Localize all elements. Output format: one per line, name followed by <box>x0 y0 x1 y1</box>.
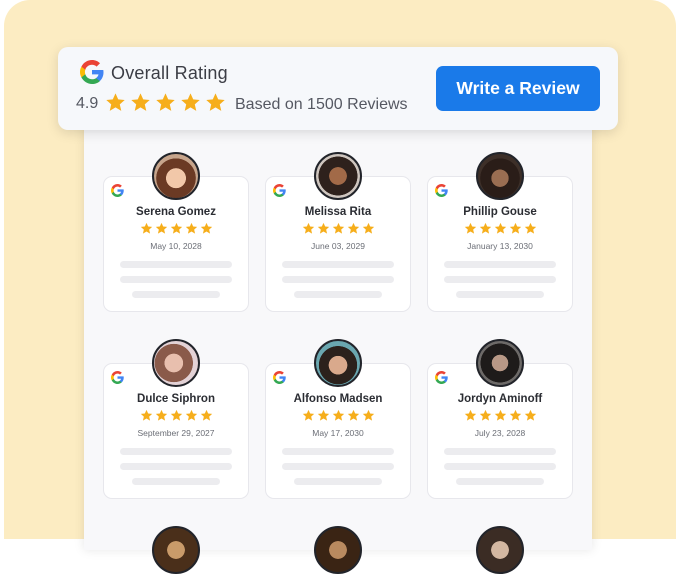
write-review-button[interactable]: Write a Review <box>436 66 600 111</box>
text-placeholder <box>282 448 394 455</box>
star-icon <box>155 222 167 234</box>
star-icon <box>200 409 212 421</box>
star-icon <box>494 409 506 421</box>
avatar <box>152 339 200 387</box>
reviewer-name: Phillip Gouse <box>463 206 537 218</box>
text-placeholder <box>132 291 220 298</box>
star-icon <box>106 93 125 111</box>
google-icon <box>111 371 124 384</box>
text-placeholder <box>282 463 394 470</box>
star-icon <box>140 222 152 234</box>
rating-score: 4.9 <box>76 95 99 112</box>
star-icon <box>185 222 197 234</box>
text-placeholder <box>444 261 556 268</box>
google-icon <box>273 371 286 384</box>
avatar <box>314 152 362 200</box>
review-stars <box>428 222 572 235</box>
star-icon <box>156 93 175 111</box>
review-stars <box>266 222 410 235</box>
avatar <box>314 339 362 387</box>
google-icon <box>273 184 286 197</box>
review-date: July 23, 2028 <box>474 428 526 438</box>
star-icon <box>494 222 506 234</box>
star-icon <box>170 409 182 421</box>
reviewer-name: Jordyn Aminoff <box>457 393 543 405</box>
star-icon <box>362 222 374 234</box>
star-icon <box>464 409 476 421</box>
star-icon <box>206 93 225 111</box>
star-icon <box>317 222 329 234</box>
star-icon <box>347 409 359 421</box>
review-stars <box>104 409 248 422</box>
review-stars <box>104 222 248 235</box>
overall-rating-title: Overall Rating <box>111 63 228 83</box>
text-placeholder <box>132 478 220 485</box>
review-date: May 10, 2028 <box>150 241 202 251</box>
avatar <box>314 526 362 574</box>
star-icon <box>140 409 152 421</box>
review-date: January 13, 2030 <box>467 241 533 251</box>
text-placeholder <box>282 261 394 268</box>
text-placeholder <box>120 276 232 283</box>
text-placeholder <box>444 276 556 283</box>
review-date: September 29, 2027 <box>137 428 215 438</box>
text-placeholder <box>120 448 232 455</box>
star-icon <box>524 222 536 234</box>
reviewer-name: Melissa Rita <box>304 206 372 218</box>
reviewer-name: Serena Gomez <box>136 206 216 218</box>
star-icon <box>131 93 150 111</box>
star-icon <box>332 222 344 234</box>
google-icon <box>111 184 124 197</box>
review-stars <box>266 409 410 422</box>
text-placeholder <box>120 261 232 268</box>
star-icon <box>464 222 476 234</box>
star-icon <box>170 222 182 234</box>
text-placeholder <box>120 463 232 470</box>
avatar <box>476 339 524 387</box>
star-icon <box>181 93 200 111</box>
star-icon <box>362 409 374 421</box>
text-placeholder <box>456 478 544 485</box>
avatar <box>152 526 200 574</box>
review-date: May 17, 2030 <box>312 428 364 438</box>
overall-stars <box>105 92 226 114</box>
star-icon <box>479 409 491 421</box>
star-icon <box>509 222 521 234</box>
avatar <box>476 526 524 574</box>
star-icon <box>302 222 314 234</box>
text-placeholder <box>444 448 556 455</box>
star-icon <box>302 409 314 421</box>
avatar <box>476 152 524 200</box>
star-icon <box>185 409 197 421</box>
star-icon <box>524 409 536 421</box>
review-stars <box>428 409 572 422</box>
star-icon <box>155 409 167 421</box>
google-icon <box>435 371 448 384</box>
review-date: June 03, 2029 <box>311 241 365 251</box>
google-icon <box>435 184 448 197</box>
google-icon <box>80 60 104 84</box>
star-icon <box>317 409 329 421</box>
star-icon <box>200 222 212 234</box>
star-icon <box>332 409 344 421</box>
star-icon <box>509 409 521 421</box>
text-placeholder <box>294 478 382 485</box>
review-count-text: Based on 1500 Reviews <box>235 96 408 113</box>
reviewer-name: Alfonso Madsen <box>293 393 383 405</box>
reviewer-name: Dulce Siphron <box>137 393 215 405</box>
text-placeholder <box>294 291 382 298</box>
text-placeholder <box>456 291 544 298</box>
star-icon <box>347 222 359 234</box>
avatar <box>152 152 200 200</box>
text-placeholder <box>444 463 556 470</box>
text-placeholder <box>282 276 394 283</box>
star-icon <box>479 222 491 234</box>
